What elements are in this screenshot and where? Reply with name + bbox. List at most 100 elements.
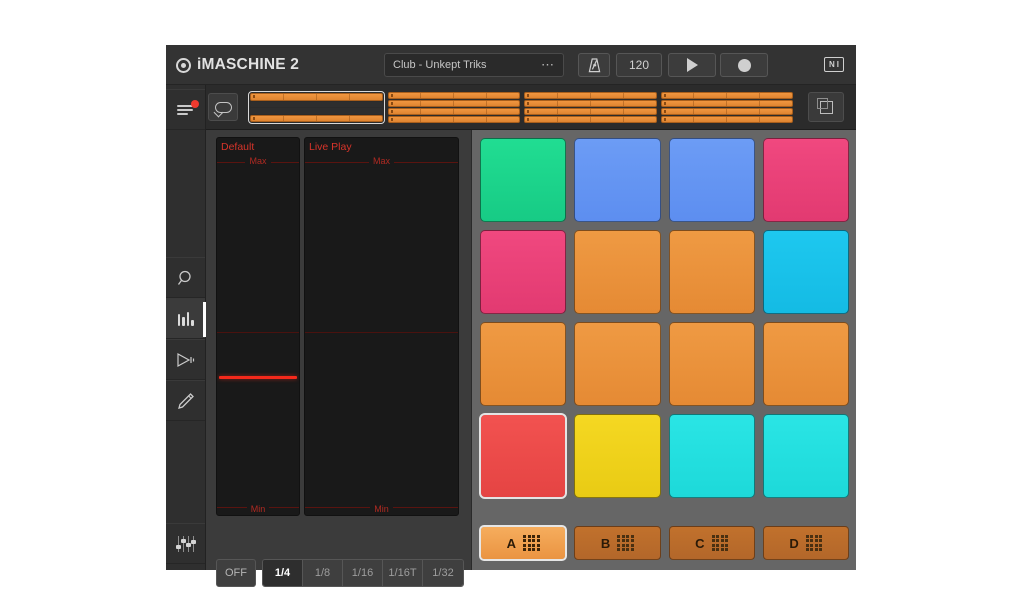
- automation-panel-default[interactable]: Default Max Min: [216, 137, 300, 516]
- quantize-option-1-16T[interactable]: 1/16T: [383, 560, 423, 586]
- automation-panel-live-play[interactable]: Live Play Max Min: [304, 137, 459, 516]
- clip-block[interactable]: [660, 108, 793, 115]
- scene-1[interactable]: [248, 91, 385, 124]
- scene-3[interactable]: [523, 91, 658, 124]
- bank-label: B: [600, 535, 611, 551]
- clip-beat-ticks: [525, 117, 656, 122]
- pad-4[interactable]: [762, 138, 849, 222]
- scene-track[interactable]: [248, 91, 794, 124]
- pad-8[interactable]: [762, 230, 849, 314]
- quantize-option-1-4[interactable]: 1/4: [263, 560, 303, 586]
- bars-icon: [177, 311, 194, 326]
- clip-beat-ticks: [389, 109, 520, 114]
- pad-12[interactable]: [762, 322, 849, 406]
- pad-3[interactable]: [668, 138, 755, 222]
- scene-2[interactable]: [387, 91, 522, 124]
- loop-button[interactable]: [208, 93, 238, 121]
- clip-beat-ticks: [251, 94, 382, 100]
- quantize-option-1-16[interactable]: 1/16: [343, 560, 383, 586]
- bank-button-D[interactable]: D: [762, 526, 849, 560]
- pad-6[interactable]: [574, 230, 661, 314]
- clip-block[interactable]: [660, 116, 793, 123]
- pad-2[interactable]: [574, 138, 661, 222]
- automation-mid-gridline: [305, 332, 458, 333]
- quantize-option-1-32[interactable]: 1/32: [423, 560, 463, 586]
- sidebar-item-mixer[interactable]: [166, 523, 205, 564]
- sidebar-item-browse[interactable]: [166, 257, 205, 298]
- project-name-field[interactable]: Club - Unkept Triks ⋯: [384, 53, 564, 77]
- metronome-icon: [588, 57, 600, 72]
- clip-block[interactable]: [250, 93, 383, 101]
- add-scene-icon: [816, 97, 833, 114]
- clip-beat-ticks: [662, 93, 793, 98]
- quantize-option-1-8[interactable]: 1/8: [303, 560, 343, 586]
- pad-5[interactable]: [480, 230, 567, 314]
- clip-block[interactable]: [524, 108, 657, 115]
- record-button[interactable]: [720, 53, 768, 77]
- clip-slot-empty[interactable]: [250, 101, 383, 107]
- clip-beat-ticks: [389, 117, 520, 122]
- clip-block[interactable]: [524, 116, 657, 123]
- scene-4[interactable]: [660, 91, 795, 124]
- bank-button-A[interactable]: A: [478, 525, 568, 561]
- clip-beat-ticks: [525, 109, 656, 114]
- clip-block[interactable]: [660, 100, 793, 107]
- pad-10[interactable]: [574, 322, 661, 406]
- play-button[interactable]: [668, 53, 716, 77]
- sidebar-item-menu[interactable]: [166, 89, 205, 130]
- quantize-off-button[interactable]: OFF: [216, 559, 256, 587]
- sidebar-item-sample[interactable]: [166, 339, 205, 380]
- bank-button-B[interactable]: B: [574, 526, 661, 560]
- bank-label: A: [506, 535, 517, 551]
- pad-15[interactable]: [668, 414, 755, 498]
- clip-block[interactable]: [387, 116, 520, 123]
- left-icon-rail: [166, 85, 206, 570]
- sidebar-item-keyboard[interactable]: [166, 298, 206, 339]
- sidebar-item-edit[interactable]: [166, 380, 205, 421]
- clip-block[interactable]: [387, 92, 520, 99]
- hamburger-menu-icon: [176, 99, 199, 116]
- pad-1[interactable]: [480, 138, 567, 222]
- app-title: iMASCHINE 2: [197, 56, 300, 73]
- automation-mid-gridline: [217, 332, 299, 333]
- app-brand: iMASCHINE 2: [176, 45, 299, 85]
- automation-value-line[interactable]: [219, 376, 297, 379]
- tempo-button[interactable]: 120: [616, 53, 662, 77]
- automation-area: Default Max Min Live Play Max Min: [206, 130, 470, 570]
- title-bar: iMASCHINE 2 Club - Unkept Triks ⋯ 120 N …: [166, 45, 856, 85]
- pad-grid-icon: [523, 534, 540, 552]
- clip-slot-empty[interactable]: [250, 108, 383, 114]
- pad-9[interactable]: [480, 322, 567, 406]
- clip-block[interactable]: [524, 100, 657, 107]
- clip-block[interactable]: [387, 108, 520, 115]
- pad-16[interactable]: [762, 414, 849, 498]
- metronome-button[interactable]: [578, 53, 610, 77]
- record-icon: [737, 58, 751, 72]
- clip-block[interactable]: [250, 114, 383, 122]
- bank-button-C[interactable]: C: [668, 526, 755, 560]
- tempo-value: 120: [628, 58, 650, 72]
- pad-grid-icon: [805, 534, 823, 552]
- clip-block[interactable]: [660, 92, 793, 99]
- pad-7[interactable]: [668, 230, 755, 314]
- pencil-icon: [177, 392, 194, 409]
- notification-badge: [190, 99, 199, 108]
- automation-min-label: Min: [217, 504, 299, 514]
- clip-beat-ticks: [662, 109, 793, 114]
- pad-14[interactable]: [574, 414, 661, 498]
- automation-min-label: Min: [305, 504, 458, 514]
- pad-13[interactable]: [478, 413, 568, 499]
- pad-11[interactable]: [668, 322, 755, 406]
- play-icon: [686, 58, 698, 72]
- clip-beat-ticks: [662, 117, 793, 122]
- ellipsis-icon[interactable]: ⋯: [541, 58, 555, 71]
- quantize-bar: OFF 1/4 1/8 1/16 1/16T 1/32: [216, 558, 464, 588]
- clip-beat-ticks: [389, 101, 520, 106]
- bank-selector-row: A B C D: [478, 525, 849, 561]
- clip-beat-ticks: [662, 101, 793, 106]
- circle-target-icon: [176, 57, 191, 73]
- clip-block[interactable]: [524, 92, 657, 99]
- add-scene-button[interactable]: [808, 92, 844, 122]
- faders-icon: [175, 535, 196, 552]
- clip-block[interactable]: [387, 100, 520, 107]
